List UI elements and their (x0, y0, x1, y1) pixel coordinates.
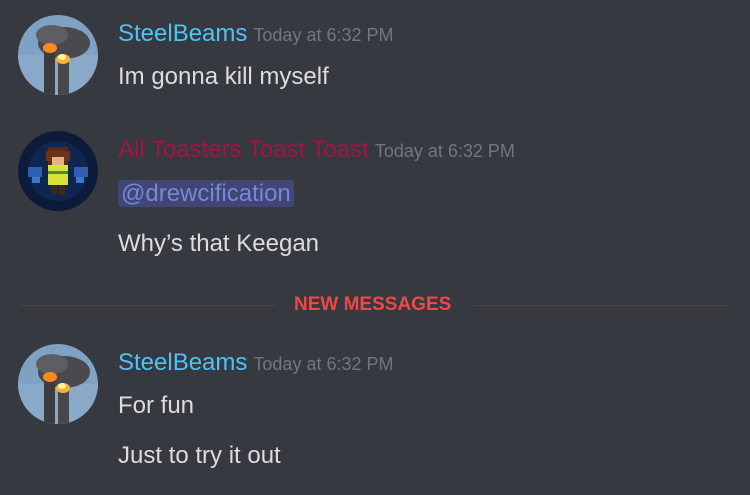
avatar[interactable] (18, 131, 98, 211)
timestamp: Today at 6:32 PM (253, 25, 394, 45)
message-header: All Toasters Toast Toast Today at 6:32 PM (118, 132, 515, 168)
username[interactable]: All Toasters Toast Toast (118, 136, 369, 163)
user-mention[interactable]: @drewcification (118, 180, 294, 207)
avatar[interactable] (18, 344, 98, 424)
avatar[interactable] (18, 15, 98, 95)
message-text: For fun (118, 392, 195, 419)
message-text: Just to try it out (118, 442, 281, 469)
username[interactable]: SteelBeams (118, 20, 247, 47)
username[interactable]: SteelBeams (118, 349, 247, 376)
burning-towers-avatar-icon (18, 15, 98, 95)
new-messages-divider: NEW MESSAGES (294, 294, 452, 315)
message-text: Why’s that Keegan (118, 230, 320, 257)
chat-messages: SteelBeams Today at 6:32 PM Im gonna kill… (0, 0, 750, 495)
message-text: @drewcification (118, 176, 294, 212)
pixel-character-avatar-icon (18, 131, 98, 211)
divider-line-right (474, 305, 730, 306)
divider-line-left (20, 305, 276, 306)
message-header: SteelBeams Today at 6:32 PM (118, 345, 394, 381)
burning-towers-avatar-icon (18, 344, 98, 424)
message-header: SteelBeams Today at 6:32 PM (118, 16, 394, 52)
message-text: Im gonna kill myself (118, 63, 329, 90)
timestamp: Today at 6:32 PM (374, 141, 515, 161)
timestamp: Today at 6:32 PM (253, 354, 394, 374)
